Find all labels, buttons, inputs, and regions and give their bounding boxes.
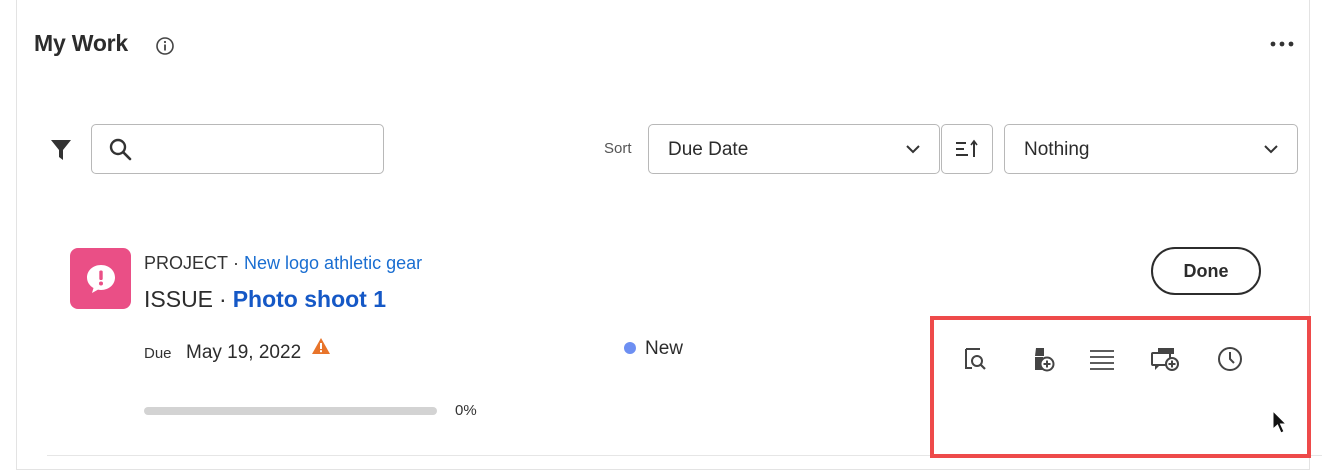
progress-bar [144, 407, 437, 415]
preview-icon[interactable] [960, 344, 990, 374]
issue-title: ISSUE · Photo shoot 1 [144, 286, 387, 312]
more-options-icon[interactable] [1269, 38, 1295, 50]
warning-icon [312, 338, 330, 354]
due-date: May 19, 2022 [186, 342, 302, 363]
sort-by-value: Due Date [668, 139, 749, 160]
status-dot [624, 342, 636, 354]
issue-type-avatar [70, 248, 131, 309]
search-icon [109, 138, 132, 161]
info-icon[interactable] [155, 36, 175, 56]
status-label: New [645, 338, 684, 359]
group-by-select[interactable]: Nothing [1004, 124, 1298, 174]
due-label: Due [144, 345, 172, 362]
sort-direction-button[interactable] [941, 124, 993, 174]
sort-direction-icon [956, 139, 978, 157]
search-box[interactable] [91, 124, 384, 174]
project-breadcrumb: PROJECT · New logo athletic gear [144, 253, 423, 273]
add-document-icon[interactable] [1027, 344, 1057, 374]
project-prefix: PROJECT [144, 253, 229, 273]
chevron-down-icon [906, 145, 920, 154]
widget-title: My Work [34, 30, 129, 56]
chevron-down-icon [1264, 145, 1278, 154]
issue-link[interactable]: Photo shoot 1 [233, 286, 386, 312]
highlight-box [930, 316, 1311, 458]
filter-icon[interactable] [50, 138, 72, 162]
progress-percent: 0% [455, 402, 477, 419]
search-input[interactable] [142, 133, 372, 165]
issue-icon [87, 265, 115, 293]
group-by-value: Nothing [1024, 139, 1090, 160]
log-time-icon[interactable] [1215, 344, 1245, 374]
sort-by-select[interactable]: Due Date [648, 124, 940, 174]
project-link[interactable]: New logo athletic gear [244, 253, 422, 273]
details-list-icon[interactable] [1087, 344, 1117, 374]
mouse-cursor-icon [1272, 410, 1288, 434]
add-update-icon[interactable] [1150, 344, 1180, 374]
issue-prefix: ISSUE [144, 286, 214, 312]
done-button[interactable]: Done [1151, 247, 1261, 295]
sort-label: Sort [604, 140, 632, 157]
